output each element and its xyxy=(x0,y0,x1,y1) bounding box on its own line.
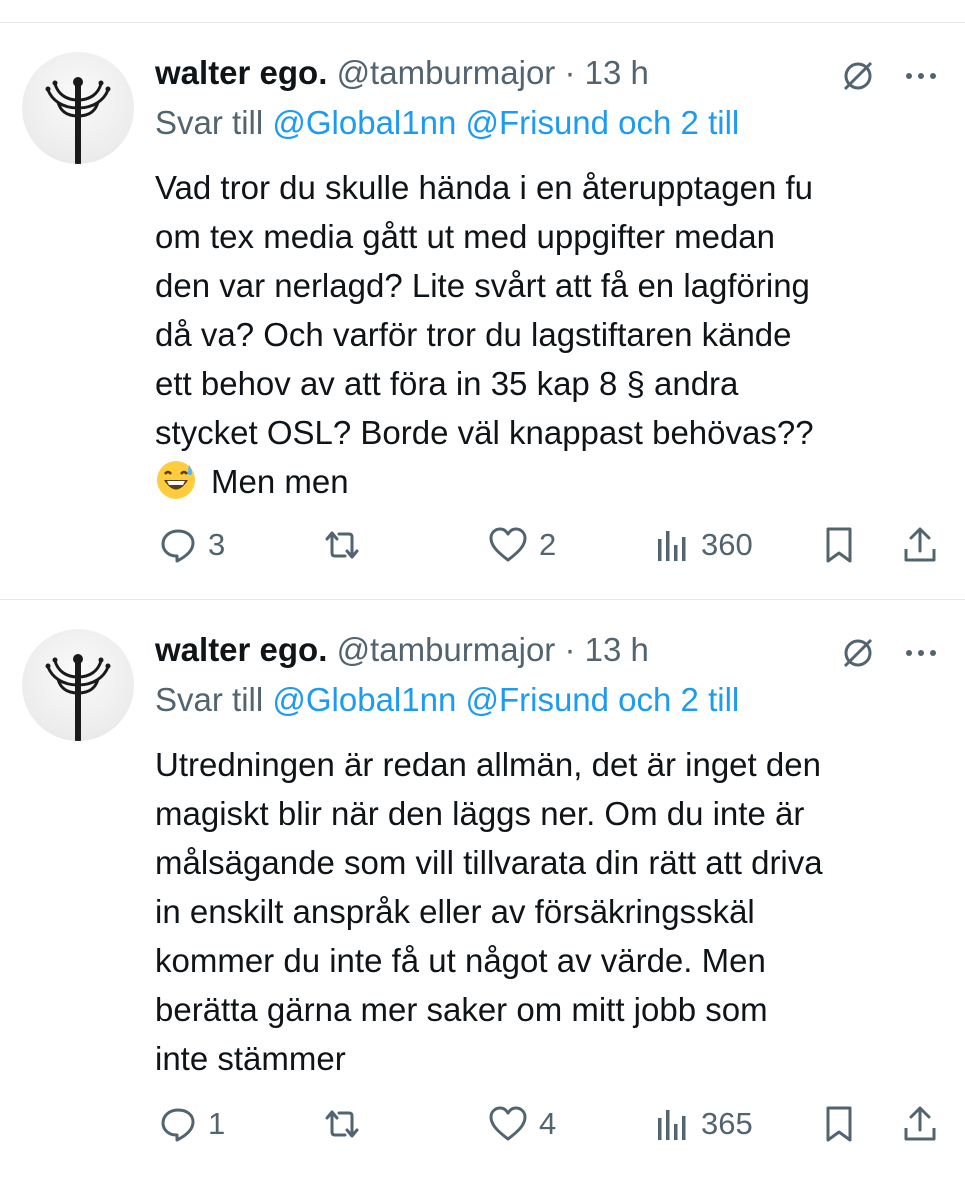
views-button[interactable]: 360 xyxy=(655,523,753,567)
grok-icon[interactable] xyxy=(838,56,878,96)
tweet[interactable]: walter ego. @tamburmajor · 13 h Svar til… xyxy=(0,600,965,1199)
like-count: 2 xyxy=(539,527,557,562)
views-icon xyxy=(658,531,686,561)
text-line: då va? Och varför tror du lagstiftaren k… xyxy=(155,316,792,353)
repost-icon xyxy=(325,1110,359,1138)
reply-count: 3 xyxy=(208,527,226,562)
author-handle[interactable]: @tamburmajor xyxy=(337,631,556,668)
timestamp[interactable]: 13 h xyxy=(585,54,649,91)
text-line: Men men xyxy=(211,463,349,500)
text-line: ett behov av att föra in 35 kap 8 § andr… xyxy=(155,365,739,402)
text-line-emoji: Men men xyxy=(155,457,945,506)
reply-mentions[interactable]: @Global1nn @Frisund och 2 till xyxy=(272,104,739,141)
like-button[interactable]: 4 xyxy=(487,1102,556,1146)
reply-button[interactable]: 3 xyxy=(158,523,225,567)
tweet-header: walter ego. @tamburmajor · 13 h xyxy=(155,53,649,93)
reply-prefix: Svar till xyxy=(155,681,264,718)
like-button[interactable]: 2 xyxy=(487,523,556,567)
text-line: kommer du inte få ut något av värde. Men xyxy=(155,942,766,979)
grok-icon[interactable] xyxy=(838,633,878,673)
like-count: 4 xyxy=(539,1106,557,1141)
bookmark-button[interactable] xyxy=(822,523,856,567)
coat-rack-icon xyxy=(45,77,111,164)
bookmark-icon xyxy=(826,527,852,563)
views-button[interactable]: 365 xyxy=(655,1102,753,1146)
timestamp[interactable]: 13 h xyxy=(585,631,649,668)
reply-prefix: Svar till xyxy=(155,104,264,141)
text-line: in enskilt anspråk eller av försäkringss… xyxy=(155,893,755,930)
bookmark-button[interactable] xyxy=(822,1102,856,1146)
reply-context: Svar till @Global1nn @Frisund och 2 till xyxy=(155,103,739,143)
text-line: Utredningen är redan allmän, det är inge… xyxy=(155,746,821,783)
share-button[interactable] xyxy=(900,1102,940,1146)
avatar[interactable] xyxy=(22,629,134,741)
share-icon xyxy=(904,527,936,562)
repost-button[interactable] xyxy=(321,523,373,567)
tweet-header: walter ego. @tamburmajor · 13 h xyxy=(155,630,649,670)
tweet-text: Utredningen är redan allmän, det är inge… xyxy=(155,740,945,1083)
more-icon[interactable] xyxy=(901,633,941,673)
tweet[interactable]: walter ego. @tamburmajor · 13 h Svar til… xyxy=(0,23,965,599)
tweet-text: Vad tror du skulle hända i en återupptag… xyxy=(155,163,945,506)
text-line: målsägande som vill tillvarata din rätt … xyxy=(155,844,823,881)
repost-icon xyxy=(325,531,359,559)
like-icon xyxy=(489,527,527,562)
author-name[interactable]: walter ego. xyxy=(155,54,327,91)
separator-dot: · xyxy=(564,54,576,91)
avatar[interactable] xyxy=(22,52,134,164)
coat-rack-icon xyxy=(45,654,111,741)
reply-icon xyxy=(161,1108,195,1142)
share-icon xyxy=(904,1106,936,1141)
text-line: Vad tror du skulle hända i en återupptag… xyxy=(155,169,814,206)
text-line: berätta gärna mer saker om mitt jobb som xyxy=(155,991,768,1028)
author-handle[interactable]: @tamburmajor xyxy=(337,54,556,91)
view-count: 365 xyxy=(701,1106,753,1141)
text-line: magiskt blir när den läggs ner. Om du in… xyxy=(155,795,805,832)
reply-context: Svar till @Global1nn @Frisund och 2 till xyxy=(155,680,739,720)
reply-mentions[interactable]: @Global1nn @Frisund och 2 till xyxy=(272,681,739,718)
more-icon[interactable] xyxy=(901,56,941,96)
action-bar: 1 4 365 xyxy=(155,1102,945,1146)
separator-dot: · xyxy=(564,631,576,668)
text-line: stycket OSL? Borde väl knappast behövas?… xyxy=(155,414,814,451)
action-bar: 3 2 360 xyxy=(155,523,945,567)
share-button[interactable] xyxy=(900,523,940,567)
text-line: inte stämmer xyxy=(155,1040,346,1077)
reply-count: 1 xyxy=(208,1106,226,1141)
view-count: 360 xyxy=(701,527,753,562)
reply-icon xyxy=(161,529,195,563)
like-icon xyxy=(489,1106,527,1141)
text-line: om tex media gått ut med uppgifter medan xyxy=(155,218,776,255)
text-line: den var nerlagd? Lite svårt att få en la… xyxy=(155,267,810,304)
bookmark-icon xyxy=(826,1106,852,1142)
grinning-face-with-sweat-icon xyxy=(157,461,195,499)
views-icon xyxy=(658,1110,686,1140)
reply-button[interactable]: 1 xyxy=(158,1102,225,1146)
repost-button[interactable] xyxy=(321,1102,373,1146)
author-name[interactable]: walter ego. xyxy=(155,631,327,668)
